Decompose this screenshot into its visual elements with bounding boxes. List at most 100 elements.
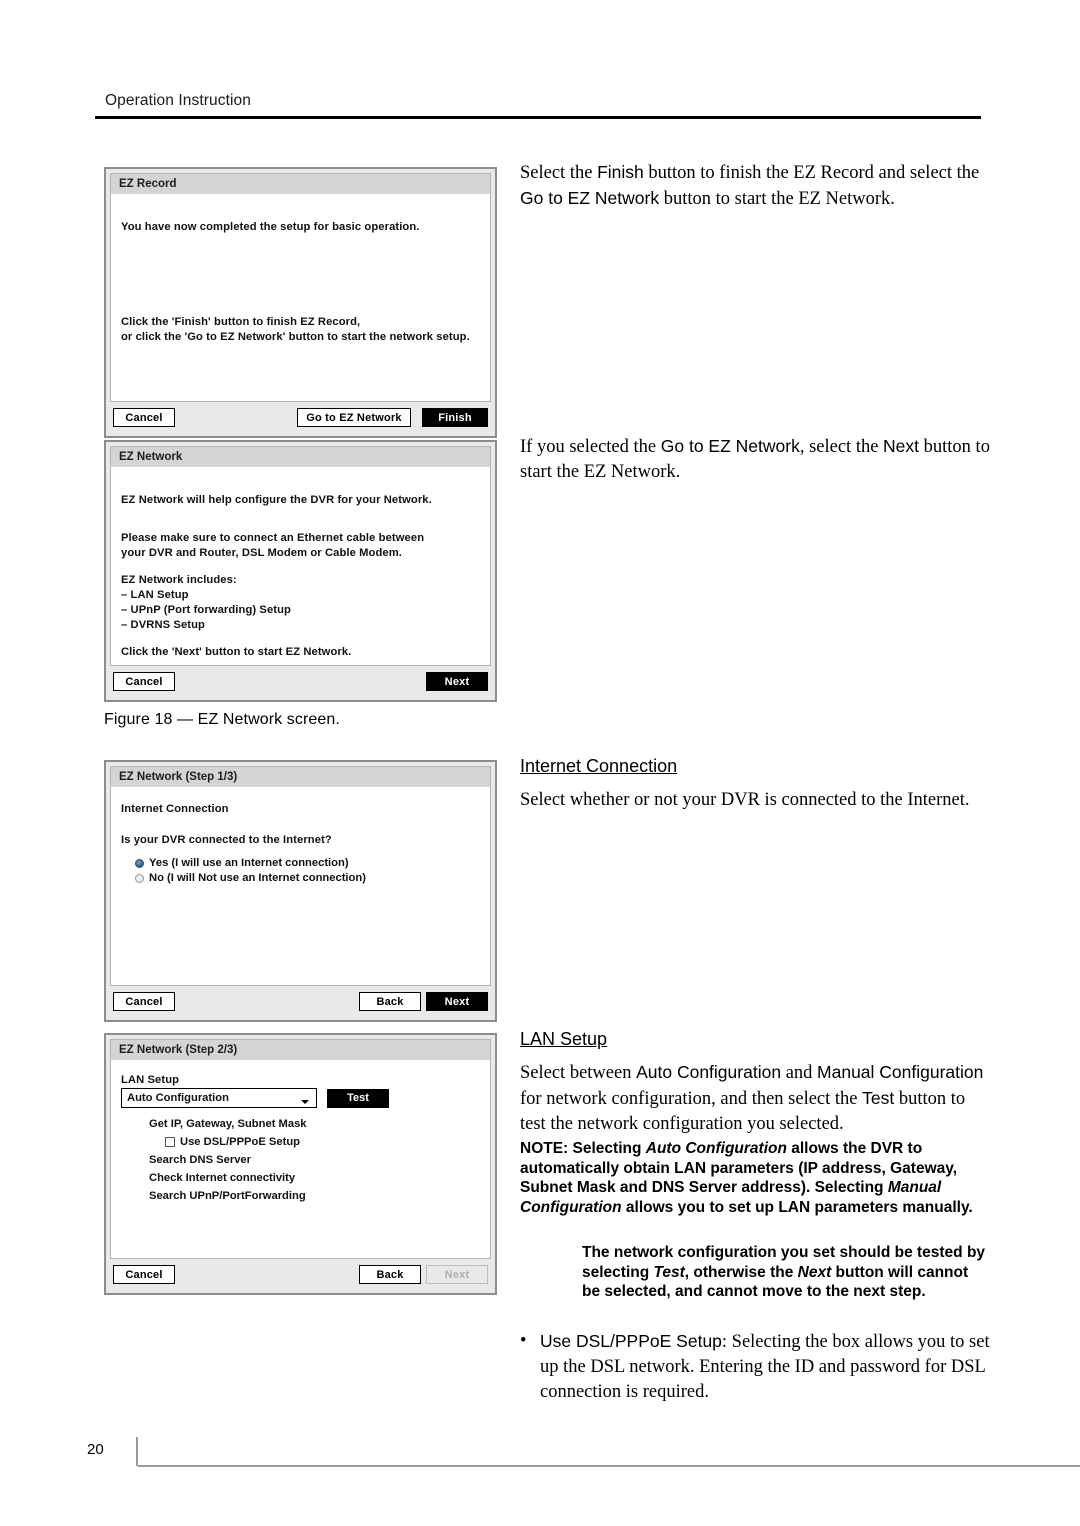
dialog-text-line: EZ Network includes: bbox=[121, 574, 237, 586]
note-test-required: The network configuration you set should… bbox=[520, 1243, 990, 1302]
cancel-button[interactable]: Cancel bbox=[113, 408, 175, 427]
header-rule bbox=[95, 116, 981, 119]
dialog-title: EZ Network (Step 1/3) bbox=[110, 766, 491, 786]
bullet-use-dsl-pppoe: • Use DSL/PPPoE Setup: Selecting the box… bbox=[520, 1329, 990, 1405]
paragraph-internet-connection: Select whether or not your DVR is connec… bbox=[520, 790, 970, 810]
go-to-ez-network-button[interactable]: Go to EZ Network bbox=[297, 408, 411, 427]
text-fragment: allows you to set up LAN parameters manu… bbox=[621, 1198, 973, 1216]
bullet-icon: • bbox=[520, 1331, 527, 1351]
use-dsl-pppoe-row[interactable]: Use DSL/PPPoE Setup bbox=[149, 1133, 480, 1151]
dialog-text-line: – UPnP (Port forwarding) Setup bbox=[121, 604, 291, 616]
lan-config-select[interactable]: Auto Configuration bbox=[121, 1088, 317, 1108]
cancel-button[interactable]: Cancel bbox=[113, 992, 175, 1011]
heading-internet-connection: Internet Connection bbox=[520, 756, 678, 776]
next-button[interactable]: Next bbox=[426, 672, 488, 691]
lan-step-item: Search DNS Server bbox=[149, 1154, 251, 1166]
paragraph-finish-instruction: Select the Finish button to finish the E… bbox=[520, 160, 990, 212]
heading-lan-setup: LAN Setup bbox=[520, 1029, 608, 1049]
page-header: Operation Instruction bbox=[95, 92, 981, 119]
lan-config-row: Auto Configuration Test bbox=[121, 1088, 480, 1108]
page-title: Operation Instruction bbox=[105, 92, 251, 109]
note-auto-configuration: NOTE: Selecting Auto Configuration allow… bbox=[520, 1139, 990, 1217]
emphasis-next: Next bbox=[797, 1263, 832, 1281]
ui-term-manual-configuration: Manual Configuration bbox=[817, 1062, 984, 1082]
bullet-content: Use DSL/PPPoE Setup: Selecting the box a… bbox=[520, 1329, 990, 1405]
ui-term-go-to-ez-network: Go to EZ Network bbox=[660, 436, 800, 456]
dialog-ez-network: EZ Network EZ Network will help configur… bbox=[104, 440, 497, 702]
dialog-text-line: – DVRNS Setup bbox=[121, 619, 205, 631]
dialog-footer: Cancel Next bbox=[110, 670, 491, 696]
dialog-footer: Cancel Back Next bbox=[110, 990, 491, 1016]
lan-step-item: Search UPnP/PortForwarding bbox=[149, 1190, 306, 1202]
dialog-text-line: EZ Network will help configure the DVR f… bbox=[121, 494, 432, 506]
radio-option-label: No (I will Not use an Internet connectio… bbox=[149, 872, 366, 884]
text-fragment: , select the bbox=[799, 437, 884, 457]
ui-term-test: Test bbox=[862, 1088, 895, 1108]
footer-rule bbox=[138, 1465, 1080, 1467]
chevron-down-icon[interactable] bbox=[301, 1100, 309, 1104]
lan-step-item: Check Internet connectivity bbox=[149, 1172, 296, 1184]
dialog-text-line: – LAN Setup bbox=[121, 589, 189, 601]
text-fragment: , otherwise the bbox=[684, 1263, 798, 1281]
section-label: Internet Connection bbox=[121, 803, 229, 815]
paragraph-next-instruction: If you selected the Go to EZ Network, se… bbox=[520, 434, 990, 485]
finish-button[interactable]: Finish bbox=[422, 408, 488, 427]
text-fragment: Select the bbox=[520, 163, 598, 183]
text-fragment: and bbox=[781, 1063, 818, 1083]
dialog-footer: Cancel Go to EZ Network Finish bbox=[110, 406, 491, 432]
figure-caption: Figure 18 — EZ Network screen. bbox=[104, 711, 340, 728]
ui-term-next: Next bbox=[883, 436, 920, 456]
section-label: LAN Setup bbox=[121, 1074, 180, 1086]
emphasis-auto-configuration: Auto Configuration bbox=[645, 1140, 787, 1157]
ui-term-use-dsl-pppoe-setup: Use DSL/PPPoE Setup bbox=[540, 1331, 722, 1351]
radio-option-label: Yes (I will use an Internet connection) bbox=[149, 857, 349, 869]
ui-term-go-to-ez-network: Go to EZ Network bbox=[520, 188, 660, 208]
text-fragment: Select between bbox=[520, 1063, 637, 1083]
dialog-body: Internet Connection Is your DVR connecte… bbox=[110, 786, 491, 986]
dialog-body: LAN Setup Auto Configuration Test Get IP… bbox=[110, 1059, 491, 1259]
back-button[interactable]: Back bbox=[359, 1265, 421, 1284]
question-label: Is your DVR connected to the Internet? bbox=[121, 834, 332, 846]
page-number: 20 bbox=[87, 1441, 104, 1458]
dialog-text-line: You have now completed the setup for bas… bbox=[121, 221, 420, 233]
ui-term-finish: Finish bbox=[597, 162, 644, 182]
dialog-ez-record: EZ Record You have now completed the set… bbox=[104, 167, 497, 438]
text-fragment: for network configuration, and then sele… bbox=[520, 1089, 863, 1109]
text-fragment: Selecting bbox=[572, 1140, 646, 1157]
ui-term-auto-configuration: Auto Configuration bbox=[636, 1062, 782, 1082]
next-button-disabled: Next bbox=[426, 1265, 488, 1284]
radio-unselected-icon[interactable] bbox=[135, 873, 144, 883]
checkbox-unchecked-icon[interactable] bbox=[165, 1137, 175, 1147]
radio-selected-icon[interactable] bbox=[135, 858, 144, 868]
paragraph-lan-setup: Select between Auto Configuration and Ma… bbox=[520, 1060, 990, 1137]
lan-step-list: Get IP, Gateway, Subnet Mask Use DSL/PPP… bbox=[121, 1115, 480, 1205]
dialog-ez-network-step1: EZ Network (Step 1/3) Internet Connectio… bbox=[104, 760, 497, 1022]
dialog-title: EZ Record bbox=[110, 173, 491, 193]
cancel-button[interactable]: Cancel bbox=[113, 1265, 175, 1284]
lan-step-item: Get IP, Gateway, Subnet Mask bbox=[149, 1118, 307, 1130]
dialog-text-line: your DVR and Router, DSL Modem or Cable … bbox=[121, 547, 403, 559]
dialog-title: EZ Network bbox=[110, 446, 491, 466]
dialog-text-line: Click the 'Finish' button to finish EZ R… bbox=[121, 316, 361, 328]
next-button[interactable]: Next bbox=[426, 992, 488, 1011]
text-fragment: If you selected the bbox=[520, 437, 661, 457]
radio-option-no[interactable]: No (I will Not use an Internet connectio… bbox=[121, 872, 480, 884]
radio-option-yes[interactable]: Yes (I will use an Internet connection) bbox=[121, 857, 480, 869]
dialog-text-line: or click the 'Go to EZ Network' button t… bbox=[121, 331, 470, 343]
note-label: NOTE: bbox=[520, 1140, 569, 1157]
dialog-text-line: Please make sure to connect an Ethernet … bbox=[121, 532, 425, 544]
lan-config-select-value: Auto Configuration bbox=[127, 1092, 229, 1104]
test-button[interactable]: Test bbox=[327, 1088, 389, 1108]
text-fragment: button to finish the EZ Record and selec… bbox=[643, 163, 980, 183]
dialog-title: EZ Network (Step 2/3) bbox=[110, 1039, 491, 1059]
dialog-ez-network-step2: EZ Network (Step 2/3) LAN Setup Auto Con… bbox=[104, 1033, 497, 1295]
dialog-body: You have now completed the setup for bas… bbox=[110, 193, 491, 402]
cancel-button[interactable]: Cancel bbox=[113, 672, 175, 691]
emphasis-test: Test bbox=[653, 1263, 685, 1281]
page-footer: 20 bbox=[60, 1437, 1080, 1477]
back-button[interactable]: Back bbox=[359, 992, 421, 1011]
text-fragment: button to start the EZ Network. bbox=[659, 189, 895, 209]
dialog-body: EZ Network will help configure the DVR f… bbox=[110, 466, 491, 666]
dialog-text-line: Click the 'Next' button to start EZ Netw… bbox=[121, 646, 352, 658]
dialog-footer: Cancel Back Next bbox=[110, 1263, 491, 1289]
